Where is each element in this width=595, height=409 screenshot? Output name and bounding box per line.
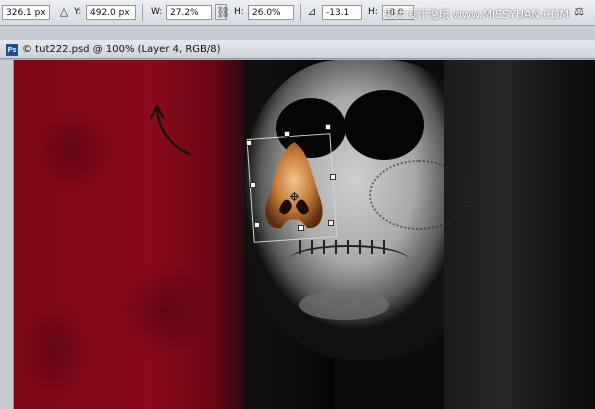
stitch-mark	[383, 240, 385, 254]
transform-handle[interactable]	[250, 182, 256, 188]
image-canvas[interactable]	[14, 60, 595, 409]
stitch-mark	[371, 240, 373, 254]
reference-point-icon[interactable]: △	[56, 4, 72, 20]
x-position-field[interactable]: 326.1 px	[2, 5, 50, 20]
warp-icon[interactable]: ⚖	[571, 4, 587, 20]
horizontal-skew-label: H:	[368, 7, 378, 17]
transform-handle[interactable]	[330, 174, 336, 180]
painted-lips	[299, 290, 389, 320]
width-scale-field[interactable]: 27.2%	[166, 5, 212, 20]
transform-handle[interactable]	[284, 131, 290, 137]
width-label: W:	[151, 7, 163, 17]
y-position-field[interactable]: 492.0 px	[86, 5, 136, 20]
link-icon[interactable]: ⛓	[215, 4, 230, 20]
curved-arrow-icon	[149, 104, 191, 156]
transform-handle[interactable]	[246, 140, 252, 146]
transform-handle[interactable]	[298, 225, 304, 231]
transform-handle[interactable]	[254, 222, 260, 228]
watermark-text: 思缘设计论坛 www.MISSYUAN.COM	[383, 8, 569, 21]
stitch-mark	[323, 240, 325, 254]
cheek-filigree	[369, 160, 469, 230]
height-label: H:	[234, 7, 244, 17]
document-title: © tut222.psd @ 100% (Layer 4, RGB/8)	[22, 44, 221, 55]
right-eye-socket	[344, 90, 424, 160]
rotate-angle-field[interactable]: -13.1	[322, 5, 362, 20]
document-tab[interactable]: Ps © tut222.psd @ 100% (Layer 4, RGB/8)	[0, 40, 595, 59]
height-scale-field[interactable]: 26.0%	[248, 5, 294, 20]
document-window: Ps © tut222.psd @ 100% (Layer 4, RGB/8)	[0, 40, 595, 409]
transform-handle[interactable]	[328, 220, 334, 226]
stitch-mark	[347, 240, 349, 254]
dark-hair-right	[444, 60, 595, 409]
divider	[300, 4, 301, 21]
transform-handle[interactable]	[325, 124, 331, 130]
transform-center-icon[interactable]	[290, 192, 299, 201]
stitch-mark	[311, 240, 313, 254]
transform-bounding-box[interactable]	[246, 133, 338, 243]
y-label: Y:	[74, 7, 82, 17]
angle-icon: ⊿	[307, 5, 317, 18]
divider	[142, 4, 143, 21]
stitch-mark	[299, 240, 301, 254]
photoshop-document-icon: Ps	[6, 44, 18, 56]
canvas-left-edge	[0, 60, 14, 409]
red-texture-background	[14, 60, 244, 409]
stitch-mark	[359, 240, 361, 254]
options-bar: 326.1 px △ Y: 492.0 px W: 27.2% ⛓ H: 26.…	[0, 0, 595, 26]
panel-gap	[0, 26, 595, 40]
mouth-line	[289, 245, 409, 275]
stitch-mark	[335, 240, 337, 254]
